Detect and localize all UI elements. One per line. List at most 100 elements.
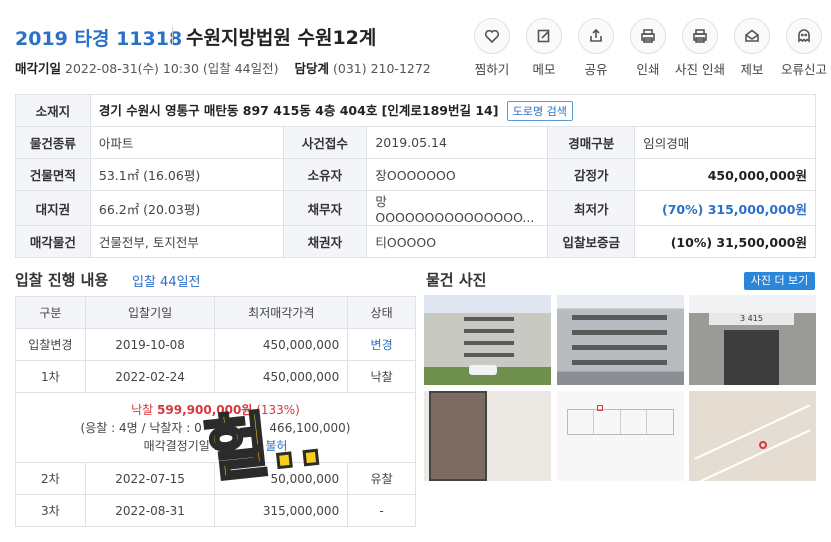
- price-cell: 315,000,000: [214, 494, 349, 527]
- column-header: 최저매각가격: [214, 296, 349, 329]
- share-icon: [590, 28, 602, 42]
- filed-value: 2019.05.14: [366, 126, 549, 159]
- area-value: 53.1㎡ (16.06평): [89, 158, 284, 191]
- road-search-button[interactable]: 도로명 검색: [506, 101, 573, 121]
- date-cell: 2022-08-31: [84, 494, 216, 527]
- status-cell: 낙찰: [347, 360, 416, 393]
- entrance-sign: 3 415: [709, 313, 794, 325]
- land-label: 대지권: [15, 190, 91, 226]
- photo-print-label: 사진 인쇄: [675, 62, 725, 77]
- table-row: 소재지 경기 수원시 영통구 매탄동 897 415동 4층 404호 [인계로…: [15, 94, 817, 127]
- status-cell: -: [347, 494, 416, 527]
- sticker-overlay: 헐..: [200, 397, 329, 494]
- memo-button[interactable]: 메모: [518, 18, 570, 78]
- sale-date-label: 매각기일: [15, 61, 62, 76]
- print-button[interactable]: 인쇄: [622, 18, 674, 78]
- photo-door[interactable]: [424, 391, 551, 481]
- owner-value: 장OOOOOOO: [366, 158, 549, 191]
- sale-item-label: 매각물건: [15, 225, 91, 258]
- share-label: 공유: [584, 62, 608, 77]
- print-label: 인쇄: [636, 62, 660, 77]
- min-price-label: 최저가: [547, 190, 636, 226]
- heart-icon: [484, 29, 500, 44]
- round-cell: 입찰변경: [15, 328, 86, 361]
- auction-type-value: 임의경매: [634, 126, 816, 159]
- photo-apartment-exterior[interactable]: [424, 295, 551, 385]
- appraisal-label: 감정가: [547, 158, 636, 191]
- court-name: 수원지방법원 수원12계: [186, 27, 377, 49]
- date-cell: 2022-02-24: [84, 360, 216, 393]
- type-label: 물건종류: [15, 126, 91, 159]
- debtor-value: 망OOOOOOOOOOOOOOO...: [366, 190, 549, 226]
- report-icon: [745, 29, 759, 42]
- table-row: 입찰변경 2019-10-08 450,000,000 변경: [15, 328, 416, 361]
- case-number: 2019 타경 11318: [15, 28, 183, 50]
- address: 경기 수원시 영통구 매탄동 897 415동 4층 404호 [인계로189번…: [98, 103, 499, 118]
- photo-print-button[interactable]: 사진 인쇄: [674, 18, 726, 78]
- creditor-value: 티OOOOO: [366, 225, 549, 258]
- bidders-text: (응찰 : 4명 / 낙찰자 : 0: [80, 420, 202, 435]
- photo-floor-plan[interactable]: [557, 391, 684, 481]
- bidding-title: 입찰 진행 내용: [15, 271, 109, 289]
- table-row: 1차 2022-02-24 450,000,000 낙찰: [15, 360, 416, 393]
- price-cell: 450,000,000: [214, 328, 349, 361]
- photo-entrance[interactable]: 3 415: [689, 295, 816, 385]
- round-cell: 3차: [15, 494, 86, 527]
- header-separator: [172, 27, 173, 45]
- photos-title: 물건 사진: [426, 271, 487, 289]
- auction-type-label: 경매구분: [547, 126, 636, 159]
- status-link[interactable]: 변경: [347, 328, 416, 361]
- table-row: 3차 2022-08-31 315,000,000 -: [15, 494, 416, 527]
- result-label: 낙찰: [131, 402, 154, 417]
- debtor-label: 채무자: [282, 190, 368, 226]
- appraisal-value: 450,000,000원: [634, 158, 816, 191]
- column-header: 상태: [347, 296, 416, 329]
- print-icon: [641, 29, 655, 43]
- filed-label: 사건접수: [282, 126, 368, 159]
- photo-building-front[interactable]: [557, 295, 684, 385]
- date-cell: 2022-07-15: [84, 462, 216, 495]
- type-value: 아파트: [89, 126, 284, 159]
- table-row: 대지권 66.2㎡ (20.03평) 채무자 망OOOOOOOOOOOOOOO.…: [15, 190, 816, 226]
- memo-icon: [537, 29, 550, 43]
- column-header: 입찰기일: [84, 296, 216, 329]
- creditor-label: 채권자: [282, 225, 368, 258]
- favorite-label: 찜하기: [474, 62, 510, 77]
- photo-location-map[interactable]: [689, 391, 816, 481]
- report-button[interactable]: 제보: [726, 18, 778, 78]
- table-row: 매각물건 건물전부, 토지전부 채권자 티OOOOO 입찰보증금 (10%) 3…: [15, 225, 816, 258]
- property-info-table: 소재지 경기 수원시 영통구 매탄동 897 415동 4층 404호 [인계로…: [15, 94, 817, 258]
- deposit-value: (10%) 31,500,000원: [634, 225, 816, 258]
- manager-label: 담당계: [294, 61, 329, 76]
- action-bar: 찜하기 메모 공유 인쇄 사진 인쇄 제보 오류신고: [466, 18, 830, 78]
- table-header-row: 구분 입찰기일 최저매각가격 상태: [15, 296, 416, 329]
- address-cell: 경기 수원시 영통구 매탄동 897 415동 4층 404호 [인계로189번…: [89, 94, 817, 127]
- sale-date: 2022-08-31(수) 10:30 (입찰 44일전): [65, 61, 279, 76]
- memo-label: 메모: [532, 62, 556, 77]
- date-cell: 2019-10-08: [84, 328, 216, 361]
- column-header: 구분: [15, 296, 86, 329]
- table-row: 건물면적 53.1㎡ (16.06평) 소유자 장OOOOOOO 감정가 450…: [15, 158, 816, 191]
- bidding-subtitle: 입찰 44일전: [132, 275, 201, 290]
- manager-phone: (031) 210-1272: [332, 61, 431, 76]
- price-cell: 450,000,000: [214, 360, 349, 393]
- min-price-value: (70%) 315,000,000원: [634, 190, 816, 226]
- error-icon: [798, 29, 810, 43]
- error-report-label: 오류신고: [780, 62, 827, 77]
- address-label: 소재지: [15, 94, 91, 127]
- error-report-button[interactable]: 오류신고: [778, 18, 830, 78]
- area-label: 건물면적: [15, 158, 91, 191]
- table-row: 물건종류 아파트 사건접수 2019.05.14 경매구분 임의경매: [15, 126, 816, 159]
- round-cell: 1차: [15, 360, 86, 393]
- round-cell: 2차: [15, 462, 86, 495]
- photo-print-icon: [693, 29, 707, 43]
- deposit-label: 입찰보증금: [547, 225, 636, 258]
- report-label: 제보: [740, 62, 764, 77]
- share-button[interactable]: 공유: [570, 18, 622, 78]
- land-value: 66.2㎡ (20.03평): [89, 190, 284, 226]
- sale-item-value: 건물전부, 토지전부: [89, 225, 284, 258]
- more-photos-button[interactable]: 사진 더 보기: [744, 272, 815, 290]
- favorite-button[interactable]: 찜하기: [466, 18, 518, 78]
- sale-info: 매각기일 2022-08-31(수) 10:30 (입찰 44일전) 담당계 (…: [15, 58, 431, 77]
- owner-label: 소유자: [282, 158, 368, 191]
